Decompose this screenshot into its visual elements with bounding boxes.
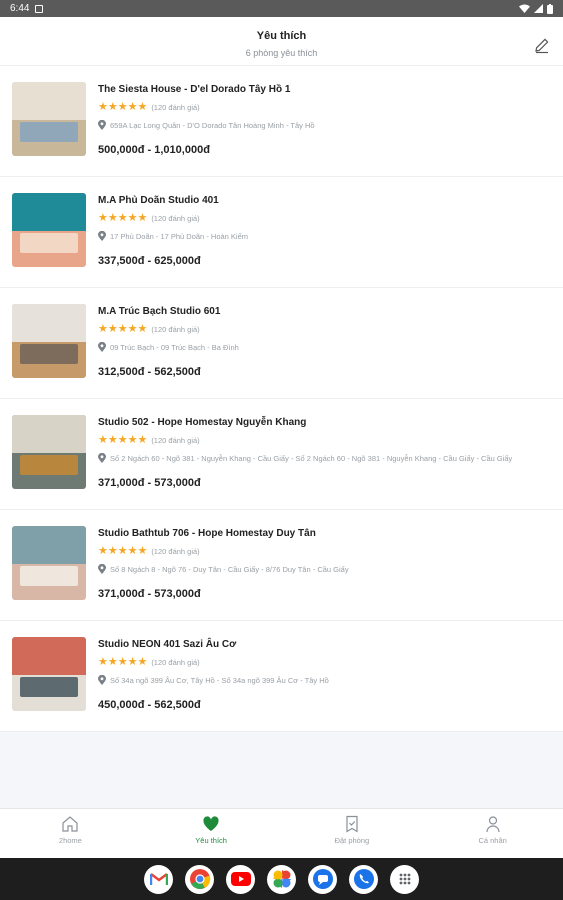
tab-label: Yêu thích xyxy=(195,836,227,845)
address: 17 Phủ Doãn - 17 Phủ Doãn - Hoàn Kiếm xyxy=(98,231,248,241)
price-range: 312,500đ - 562,500đ xyxy=(98,366,201,378)
location-pin-icon xyxy=(98,564,106,574)
review-count: (120 đánh giá) xyxy=(151,102,200,112)
favorite-item[interactable]: M.A Trúc Bạch Studio 601 ★★★★★ (120 đánh… xyxy=(0,288,563,399)
star-rating-icon: ★★★★★ xyxy=(98,212,148,224)
phone-icon[interactable] xyxy=(349,864,378,894)
star-rating-icon: ★★★★★ xyxy=(98,656,148,668)
tab-label: Cá nhân xyxy=(478,836,507,845)
person-icon xyxy=(486,816,500,833)
page-title: Yêu thích xyxy=(256,30,307,42)
heart-icon xyxy=(203,816,219,831)
status-bar: 6:44 xyxy=(0,0,563,17)
tab-2home[interactable]: 2home xyxy=(0,809,141,859)
favorite-item[interactable]: M.A Phủ Doãn Studio 401 ★★★★★ (120 đánh … xyxy=(0,177,563,288)
android-dock xyxy=(0,858,563,900)
location-pin-icon xyxy=(98,675,106,685)
location-pin-icon xyxy=(98,453,106,463)
notification-icon xyxy=(35,4,44,13)
address-text: 659A Lạc Long Quân - D'O Dorado Tân Hoàn… xyxy=(110,120,315,130)
tab-booking[interactable]: Đặt phòng xyxy=(282,809,423,859)
address: Số 34a ngõ 399 Âu Cơ, Tây Hồ - Số 34a ng… xyxy=(98,675,329,685)
battery-icon xyxy=(547,3,553,14)
rating: ★★★★★ (120 đánh giá) xyxy=(98,656,200,668)
star-rating-icon: ★★★★★ xyxy=(98,434,148,446)
review-count: (120 đánh giá) xyxy=(151,657,200,667)
price-range: 450,000đ - 562,500đ xyxy=(98,699,201,711)
page-header: Yêu thích 6 phòng yêu thích xyxy=(0,17,563,66)
gmail-icon[interactable] xyxy=(144,864,173,894)
tab-label: 2home xyxy=(58,836,82,845)
room-thumbnail[interactable] xyxy=(12,304,86,378)
room-thumbnail[interactable] xyxy=(12,415,86,489)
star-rating-icon: ★★★★★ xyxy=(98,323,148,335)
price-range: 337,500đ - 625,000đ xyxy=(98,255,201,267)
apps-icon[interactable] xyxy=(390,864,419,894)
home-icon xyxy=(62,816,78,832)
star-rating-icon: ★★★★★ xyxy=(98,545,148,557)
room-name[interactable]: M.A Phủ Doãn Studio 401 xyxy=(98,195,219,206)
rating: ★★★★★ (120 đánh giá) xyxy=(98,212,200,224)
price-range: 371,000đ - 573,000đ xyxy=(98,477,201,489)
review-count: (120 đánh giá) xyxy=(151,546,200,556)
address-text: Số 2 Ngách 60 - Ngõ 381 - Nguyễn Khang -… xyxy=(110,453,513,463)
youtube-icon[interactable] xyxy=(226,864,255,894)
room-thumbnail[interactable] xyxy=(12,82,86,156)
room-thumbnail[interactable] xyxy=(12,526,86,600)
address: Số 8 Ngách 8 - Ngõ 76 - Duy Tân - Cầu Gi… xyxy=(98,564,349,574)
favorites-list: The Siesta House - D'el Dorado Tây Hồ 1 … xyxy=(0,66,563,732)
rating: ★★★★★ (120 đánh giá) xyxy=(98,323,200,335)
favorite-item[interactable]: The Siesta House - D'el Dorado Tây Hồ 1 … xyxy=(0,66,563,177)
favorite-item[interactable]: Studio 502 - Hope Homestay Nguyễn Khang … xyxy=(0,399,563,510)
messages-icon[interactable] xyxy=(308,864,337,894)
room-name[interactable]: Studio 502 - Hope Homestay Nguyễn Khang xyxy=(98,417,306,428)
address: Số 2 Ngách 60 - Ngõ 381 - Nguyễn Khang -… xyxy=(98,453,512,463)
room-name[interactable]: M.A Trúc Bạch Studio 601 xyxy=(98,306,220,317)
location-pin-icon xyxy=(98,120,106,130)
rating: ★★★★★ (120 đánh giá) xyxy=(98,434,200,446)
address-text: 17 Phủ Doãn - 17 Phủ Doãn - Hoàn Kiếm xyxy=(110,231,248,241)
tab-label: Đặt phòng xyxy=(334,836,370,845)
price-range: 500,000đ - 1,010,000đ xyxy=(98,144,210,156)
address-text: 09 Trúc Bạch - 09 Trúc Bạch - Ba Đình xyxy=(110,342,239,352)
location-pin-icon xyxy=(98,231,106,241)
review-count: (120 đánh giá) xyxy=(151,213,200,223)
star-rating-icon: ★★★★★ xyxy=(98,101,148,113)
photos-icon[interactable] xyxy=(267,864,296,894)
room-thumbnail[interactable] xyxy=(12,193,86,267)
address-text: Số 8 Ngách 8 - Ngõ 76 - Duy Tân - Cầu Gi… xyxy=(110,564,349,574)
room-thumbnail[interactable] xyxy=(12,637,86,711)
location-pin-icon xyxy=(98,342,106,352)
chrome-icon[interactable] xyxy=(185,864,214,894)
review-count: (120 đánh giá) xyxy=(151,324,200,334)
price-range: 371,000đ - 573,000đ xyxy=(98,588,201,600)
tab-favorites[interactable]: Yêu thích xyxy=(141,809,282,859)
room-name[interactable]: Studio NEON 401 Sazi Âu Cơ xyxy=(98,639,236,650)
address: 09 Trúc Bạch - 09 Trúc Bạch - Ba Đình xyxy=(98,342,239,352)
bottom-tab-bar: 2home Yêu thích Đặt phòng Cá nhân xyxy=(0,808,563,859)
signal-icon xyxy=(534,4,543,13)
wifi-icon xyxy=(519,4,530,13)
address: 659A Lạc Long Quân - D'O Dorado Tân Hoàn… xyxy=(98,120,315,130)
status-time: 6:44 xyxy=(10,3,30,14)
rating: ★★★★★ (120 đánh giá) xyxy=(98,101,200,113)
rating: ★★★★★ (120 đánh giá) xyxy=(98,545,200,557)
address-text: Số 34a ngõ 399 Âu Cơ, Tây Hồ - Số 34a ng… xyxy=(110,675,329,685)
page-subtitle: 6 phòng yêu thích xyxy=(245,48,318,58)
tab-profile[interactable]: Cá nhân xyxy=(422,809,563,859)
favorite-item[interactable]: Studio NEON 401 Sazi Âu Cơ ★★★★★ (120 đá… xyxy=(0,621,563,732)
review-count: (120 đánh giá) xyxy=(151,435,200,445)
edit-icon[interactable] xyxy=(533,36,551,54)
booking-icon xyxy=(346,815,358,833)
room-name[interactable]: The Siesta House - D'el Dorado Tây Hồ 1 xyxy=(98,84,290,95)
room-name[interactable]: Studio Bathtub 706 - Hope Homestay Duy T… xyxy=(98,528,316,539)
favorite-item[interactable]: Studio Bathtub 706 - Hope Homestay Duy T… xyxy=(0,510,563,621)
